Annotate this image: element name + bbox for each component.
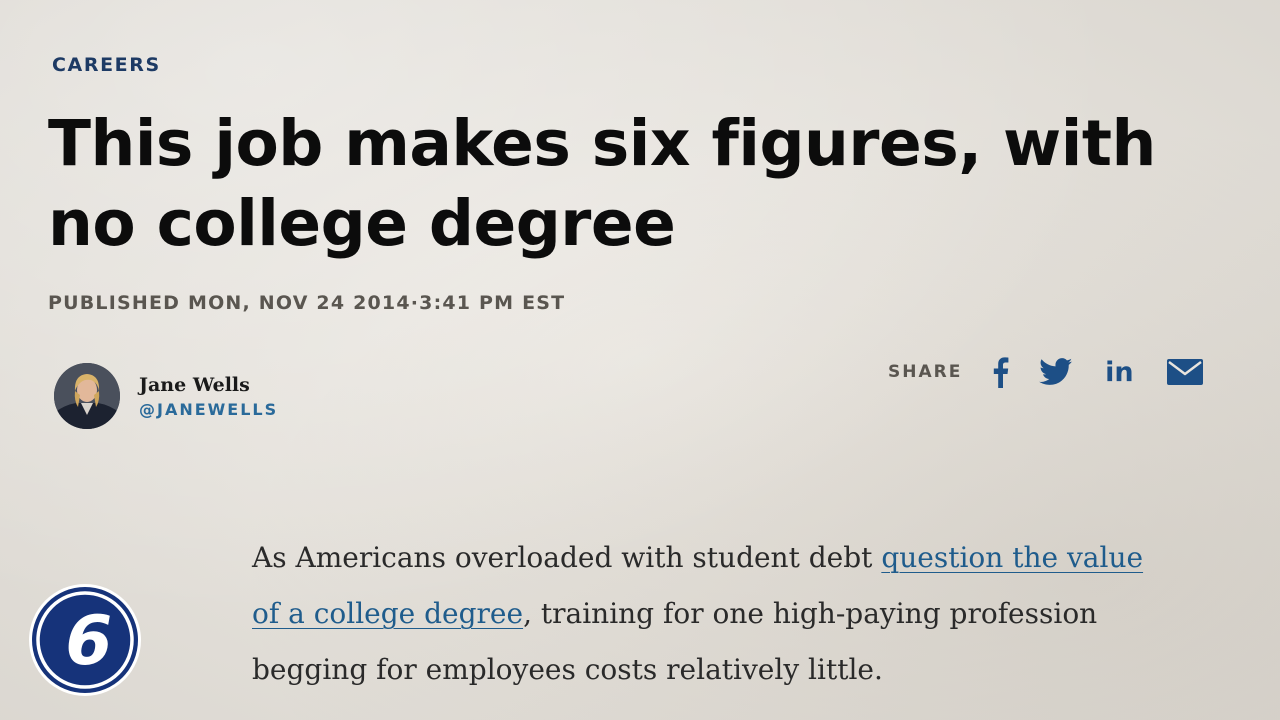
article-headline: This job makes six figures, with no coll… [48,107,1156,260]
linkedin-icon[interactable]: in [1102,350,1136,394]
twitter-icon[interactable] [1036,350,1076,394]
article-body-paragraph: As Americans overloaded with student deb… [252,530,1152,698]
facebook-icon[interactable] [984,350,1016,394]
author-photo [54,363,120,429]
share-bar: SHARE in [888,350,1204,394]
body-text-before-link: As Americans overloaded with student deb… [252,541,882,574]
number-badge: 6 [27,582,143,698]
author-avatar[interactable] [54,363,120,429]
author-name[interactable]: Jane Wells [139,372,278,398]
section-label[interactable]: CAREERS [52,54,161,76]
author-byline: Jane Wells @JANEWELLS [54,363,278,429]
author-handle[interactable]: @JANEWELLS [139,398,278,422]
linkedin-icon-text: in [1105,356,1134,388]
published-date: PUBLISHED MON, NOV 24 2014·3:41 PM EST [48,292,566,314]
share-label: SHARE [888,362,963,382]
email-icon[interactable] [1166,350,1204,394]
